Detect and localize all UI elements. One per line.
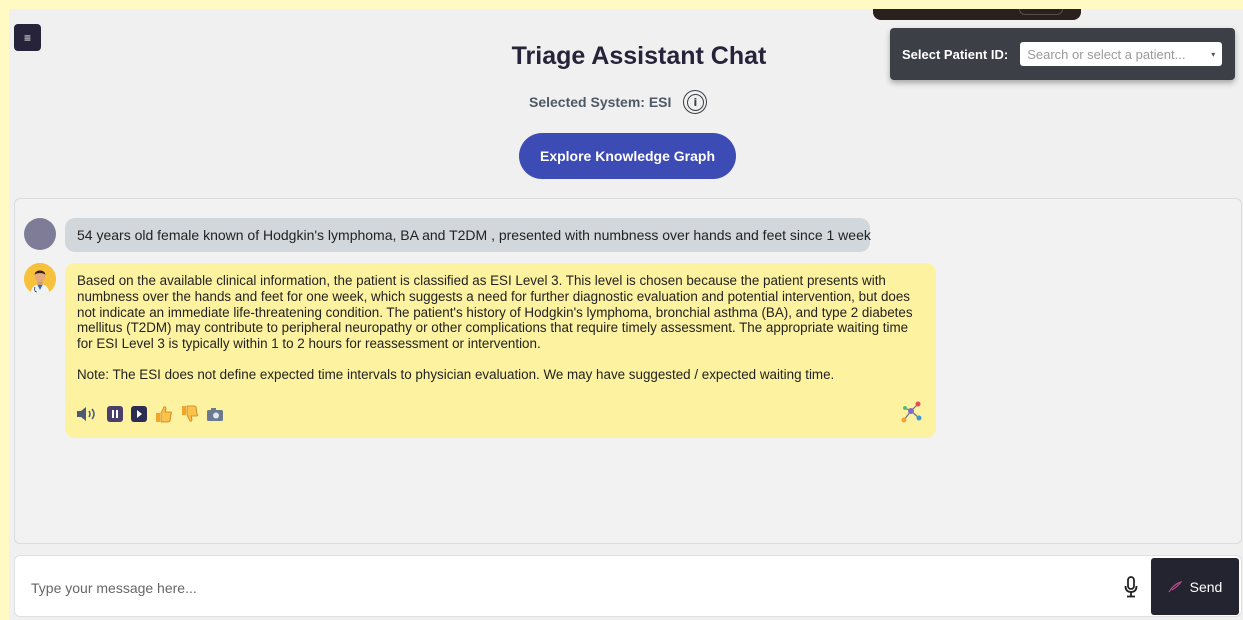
send-icon	[1168, 580, 1182, 592]
page-title: Triage Assistant Chat	[511, 42, 767, 70]
assistant-message-text: Based on the available clinical informat…	[77, 273, 913, 352]
patient-select-placeholder: Search or select a patient...	[1027, 46, 1186, 62]
chevron-down-icon: ▾	[1211, 49, 1216, 59]
assistant-message-note: Note: The ESI does not define expected t…	[77, 366, 835, 382]
chat-area[interactable]: 54 years old female known of Hodgkin's l…	[14, 198, 1242, 544]
doctor-avatar-icon	[24, 263, 56, 295]
menu-button[interactable]: ≡	[14, 24, 41, 51]
knowledge-graph-icon[interactable]	[900, 400, 922, 428]
microphone-icon[interactable]	[1121, 574, 1141, 600]
info-icon[interactable]: i	[683, 90, 708, 114]
thumbs-down-icon[interactable]	[181, 405, 199, 422]
camera-icon[interactable]	[207, 406, 223, 422]
patient-id-label: Select Patient ID:	[902, 46, 1009, 62]
play-icon[interactable]	[131, 406, 147, 422]
thumbs-up-icon[interactable]	[155, 406, 173, 423]
message-input[interactable]	[31, 576, 1111, 600]
user-message: 54 years old female known of Hodgkin's l…	[65, 218, 871, 252]
user-avatar	[24, 218, 56, 250]
speaker-icon[interactable]	[77, 406, 99, 422]
hamburger-icon: ≡	[23, 30, 31, 45]
send-button[interactable]: Send	[1151, 558, 1239, 615]
send-label: Send	[1189, 578, 1223, 595]
message-composer: Send	[14, 555, 1242, 617]
message-actions	[77, 405, 223, 423]
pause-icon[interactable]	[107, 406, 123, 422]
assistant-avatar	[24, 263, 56, 295]
selected-system: Selected System: ESI i	[529, 88, 708, 116]
selected-system-label: Selected System: ESI	[529, 94, 672, 110]
patient-selector-panel: Select Patient ID: Search or select a pa…	[890, 28, 1235, 80]
assistant-message: Based on the available clinical informat…	[65, 263, 936, 438]
explore-knowledge-graph-button[interactable]: Explore Knowledge Graph	[519, 133, 736, 179]
patient-select[interactable]: Search or select a patient... ▾	[1020, 42, 1223, 66]
app-window: ≡ Triage Assistant Chat Selected System:…	[9, 9, 1243, 620]
top-handle[interactable]	[873, 9, 1081, 20]
